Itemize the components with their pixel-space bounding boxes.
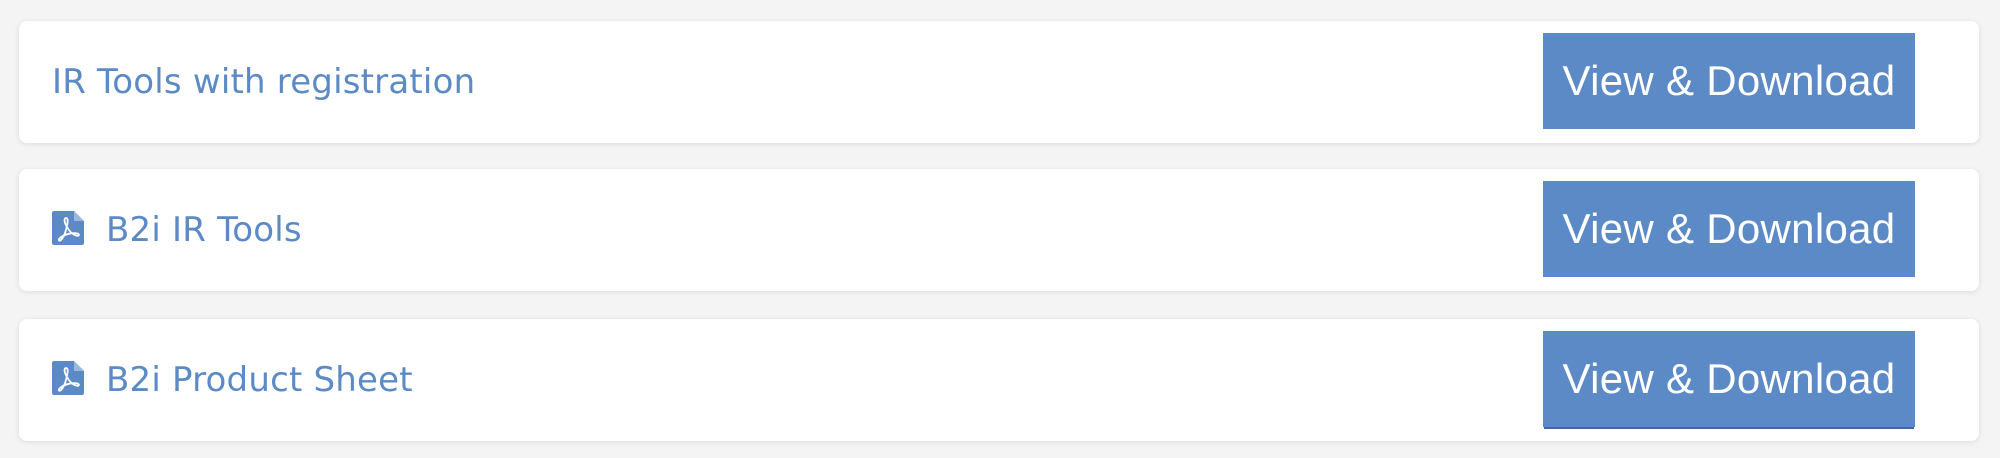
document-card: B2i Product Sheet View & Download (19, 319, 1979, 441)
document-title: B2i IR Tools (106, 210, 302, 250)
pdf-file-icon (52, 211, 84, 245)
document-card: B2i IR Tools View & Download (19, 169, 1979, 291)
document-card: IR Tools with registration View & Downlo… (19, 21, 1979, 143)
document-title: B2i Product Sheet (106, 360, 413, 400)
view-download-button[interactable]: View & Download (1543, 33, 1915, 129)
view-download-button[interactable]: View & Download (1543, 331, 1915, 427)
document-title: IR Tools with registration (52, 62, 476, 102)
document-list: IR Tools with registration View & Downlo… (0, 0, 2000, 458)
pdf-file-icon (52, 361, 84, 395)
document-link[interactable]: B2i Product Sheet (52, 319, 413, 441)
document-link[interactable]: B2i IR Tools (52, 169, 302, 291)
document-link[interactable]: IR Tools with registration (52, 21, 475, 143)
view-download-button[interactable]: View & Download (1543, 181, 1915, 277)
